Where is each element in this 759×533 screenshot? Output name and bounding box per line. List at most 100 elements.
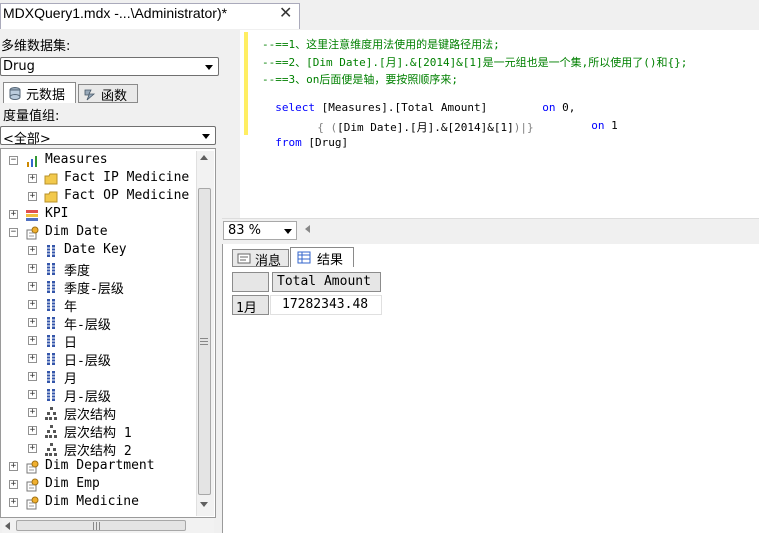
- expand-icon[interactable]: +: [9, 462, 18, 471]
- expand-icon[interactable]: +: [28, 390, 37, 399]
- tree-item-label: 月-层级: [64, 390, 111, 405]
- expand-icon[interactable]: +: [9, 480, 18, 489]
- expand-icon[interactable]: +: [9, 498, 18, 507]
- tree-item[interactable]: + KPI: [1, 206, 197, 224]
- tree-item[interactable]: + Dim Medicine: [1, 494, 197, 512]
- tree-item[interactable]: + Date Key: [1, 242, 197, 260]
- tab-metadata[interactable]: 元数据: [3, 82, 76, 103]
- change-marker: [244, 32, 248, 135]
- tree-item[interactable]: + 层次结构: [1, 404, 197, 423]
- tree-item[interactable]: + 日: [1, 332, 197, 351]
- close-icon[interactable]: ✕: [279, 3, 292, 22]
- zoom-select[interactable]: 83 %: [223, 221, 297, 240]
- measures-icon: [27, 156, 37, 167]
- code-close-brace: )|}: [513, 121, 534, 134]
- dimension-icon: [26, 478, 39, 492]
- code-line-1: --==1、这里注意维度用法使用的是键路径用法;: [262, 38, 500, 51]
- scroll-left-icon[interactable]: [5, 522, 10, 530]
- scroll-left-icon[interactable]: [305, 225, 310, 233]
- expand-icon[interactable]: +: [28, 318, 37, 327]
- tree-item[interactable]: − Measures: [1, 152, 197, 170]
- measure-group-select[interactable]: <全部>: [0, 126, 216, 147]
- tree-hscroll-thumb[interactable]: [16, 520, 186, 531]
- chevron-down-icon: [205, 65, 213, 70]
- code-axis-0: 0,: [555, 101, 576, 114]
- tree-item[interactable]: + 年-层级: [1, 314, 197, 333]
- code-line-6: from [Drug]: [262, 123, 348, 149]
- expand-icon[interactable]: +: [28, 246, 37, 255]
- code-line-3: --==3、on后面便是轴，要按照顺序来;: [262, 73, 458, 86]
- tree-item-label: 年: [64, 300, 78, 315]
- tree-item-label: 层次结构 1: [64, 426, 132, 441]
- tree-item[interactable]: + 月: [1, 368, 197, 387]
- tree-item[interactable]: + 层次结构 2: [1, 440, 197, 459]
- expand-icon[interactable]: +: [28, 426, 37, 435]
- expand-icon[interactable]: +: [28, 372, 37, 381]
- tab-messages[interactable]: 消息: [232, 249, 289, 269]
- tab-functions[interactable]: 函数: [78, 84, 138, 104]
- grid-icon: [297, 251, 311, 264]
- row-header-cell[interactable]: 1月: [232, 295, 269, 316]
- row-header-label: 1月: [236, 301, 257, 316]
- dimension-icon: [26, 460, 39, 474]
- tree-item[interactable]: + Fact OP Medicine: [1, 188, 197, 206]
- tree-item-label: 层次结构: [64, 408, 117, 423]
- expand-icon[interactable]: +: [28, 282, 37, 291]
- kpi-icon: [26, 210, 38, 221]
- attribute-icon: [47, 299, 55, 311]
- zoom-value: 83 %: [228, 223, 262, 238]
- scroll-up-icon[interactable]: [200, 155, 208, 160]
- column-header-total-amount[interactable]: Total Amount: [272, 272, 381, 292]
- tree-item[interactable]: + 月-层级: [1, 386, 197, 405]
- scroll-down-icon[interactable]: [200, 502, 208, 507]
- tree-item[interactable]: + Dim Emp: [1, 476, 197, 494]
- tree-item[interactable]: + Fact IP Medicine: [1, 170, 197, 188]
- chevron-down-icon: [202, 134, 210, 139]
- tree-item[interactable]: − Dim Date: [1, 224, 197, 242]
- result-cell[interactable]: 17282343.48: [270, 295, 382, 315]
- tree-item-label: Dim Date: [45, 224, 108, 239]
- tab-results[interactable]: 结果: [290, 247, 354, 268]
- tree-item[interactable]: + 层次结构 1: [1, 422, 197, 441]
- grip-icon: [93, 522, 94, 530]
- tree-item[interactable]: + 日-层级: [1, 350, 197, 369]
- column-header-label: Total Amount: [277, 274, 371, 289]
- expand-icon[interactable]: +: [28, 354, 37, 363]
- dimension-icon: [26, 496, 39, 510]
- code-line-5-axis: on 1: [578, 106, 618, 132]
- grid-corner-cell[interactable]: [232, 272, 269, 292]
- hierarchy-icon: [45, 443, 57, 456]
- expand-icon[interactable]: +: [28, 336, 37, 345]
- tree-item[interactable]: + 季度: [1, 260, 197, 279]
- tree-item[interactable]: + Dim Department: [1, 458, 197, 476]
- attribute-icon: [47, 281, 55, 293]
- attribute-icon: [47, 263, 55, 275]
- expand-icon[interactable]: +: [28, 444, 37, 453]
- collapse-icon[interactable]: −: [9, 228, 18, 237]
- folder-icon: [44, 191, 58, 203]
- metadata-tree[interactable]: − Measures + Fact IP Medicine + Fact OP Medic…: [0, 148, 216, 518]
- tab-results-label: 结果: [317, 253, 344, 268]
- tree-item[interactable]: + 年: [1, 296, 197, 315]
- collapse-icon[interactable]: −: [9, 156, 18, 165]
- result-value: 17282343.48: [282, 297, 369, 312]
- expand-icon[interactable]: +: [28, 192, 37, 201]
- code-axis-1: 1: [604, 119, 618, 132]
- expand-icon[interactable]: +: [28, 264, 37, 273]
- tree-scroll-thumb[interactable]: [198, 188, 211, 495]
- expand-icon[interactable]: +: [28, 174, 37, 183]
- code-line-2: --==2、[Dim Date].[月].&[2014]&[1]是一元组也是一个…: [262, 56, 688, 69]
- attribute-icon: [47, 389, 55, 401]
- cube-icon: [9, 87, 21, 100]
- tree-item-label: 季度-层级: [64, 282, 124, 297]
- tree-item-label: 年-层级: [64, 318, 111, 333]
- tree-item-label: Dim Emp: [45, 476, 100, 491]
- expand-icon[interactable]: +: [28, 408, 37, 417]
- expand-icon[interactable]: +: [9, 210, 18, 219]
- attribute-icon: [47, 371, 55, 383]
- chevron-down-icon: [284, 229, 292, 234]
- tree-item[interactable]: + 季度-层级: [1, 278, 197, 297]
- message-icon: [237, 253, 251, 264]
- expand-icon[interactable]: +: [28, 300, 37, 309]
- cube-select[interactable]: Drug: [0, 57, 219, 76]
